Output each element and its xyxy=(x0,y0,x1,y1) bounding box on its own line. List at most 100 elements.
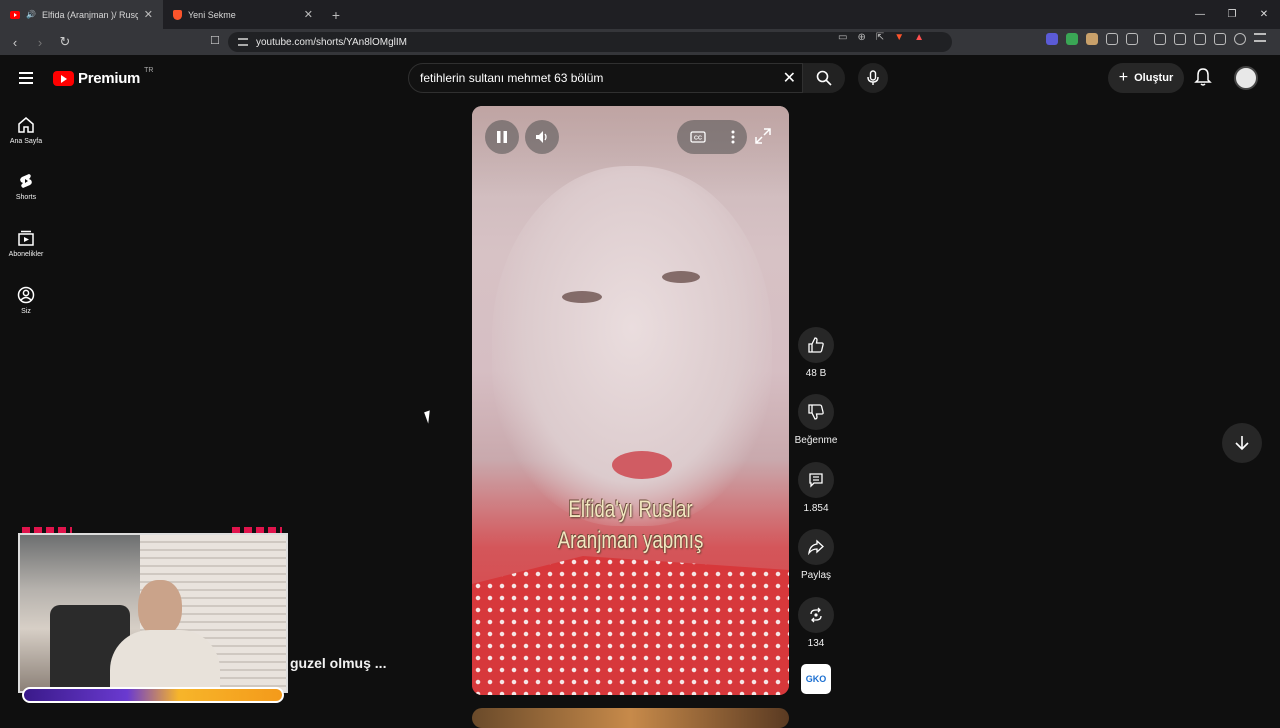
url-text: youtube.com/shorts/YAn8lOMglIM xyxy=(256,36,407,48)
like-button[interactable]: 48 B xyxy=(794,327,838,379)
zoom-icon[interactable]: ⊕ xyxy=(857,32,865,43)
create-label: Oluştur xyxy=(1134,72,1174,84)
new-tab-button[interactable]: + xyxy=(323,7,349,23)
back-icon[interactable]: ‹ xyxy=(5,35,25,50)
brave-favicon-icon xyxy=(173,9,182,20)
extension-icon[interactable] xyxy=(1046,33,1058,45)
music-icon[interactable] xyxy=(1154,33,1166,45)
address-bar: ‹ › ↻ ☐ youtube.com/shorts/YAn8lOMglIM ▭… xyxy=(0,29,1280,55)
logo-text: Premium xyxy=(78,70,141,87)
share-label: Paylaş xyxy=(800,570,831,581)
arrow-down-icon xyxy=(1235,436,1249,451)
sidebar-item-shorts[interactable]: Shorts xyxy=(0,172,52,201)
extension-icon[interactable] xyxy=(1126,33,1138,45)
maximize-button[interactable]: ❐ xyxy=(1216,0,1248,29)
expand-icon[interactable] xyxy=(755,128,771,144)
shorts-video-player[interactable]: Elfida'yı Ruslar Aranjman yapmış CC xyxy=(472,106,789,695)
sidebar-item-subscriptions[interactable]: Abonelikler xyxy=(0,229,52,258)
create-button[interactable]: + Oluştur xyxy=(1108,63,1184,93)
close-tab-icon[interactable]: ✕ xyxy=(144,8,153,21)
sidebar-item-label: Shorts xyxy=(15,194,37,201)
sidebar-item-label: Abonelikler xyxy=(8,251,44,258)
site-info-icon[interactable] xyxy=(238,38,248,46)
pause-icon xyxy=(497,131,507,143)
closed-captions-icon[interactable]: CC xyxy=(689,131,706,143)
puzzle-icon[interactable] xyxy=(1106,33,1118,45)
brave-rewards-icon[interactable]: ▲ xyxy=(914,32,924,43)
youtube-favicon-icon xyxy=(10,10,20,19)
url-actions: ▭ ⊕ ⇱ ▼ ▲ xyxy=(838,32,924,43)
channel-badge-text: GKO xyxy=(805,674,827,684)
reload-icon[interactable]: ↻ xyxy=(55,34,75,50)
video-caption: Elfida'yı Ruslar Aranjman yapmış xyxy=(507,494,754,556)
video-frame xyxy=(612,451,672,479)
remix-count: 134 xyxy=(807,638,825,649)
menu-icon[interactable] xyxy=(1254,33,1266,42)
extension-icon[interactable] xyxy=(1066,33,1078,45)
tab-elfida[interactable]: 🔊 Elfida (Aranjman )/ Rusça co ✕ xyxy=(0,0,163,29)
forward-icon[interactable]: › xyxy=(30,35,50,50)
next-video-preview[interactable] xyxy=(472,708,789,728)
microphone-icon xyxy=(867,70,879,85)
minimize-button[interactable]: — xyxy=(1184,0,1216,29)
video-frame xyxy=(562,291,602,303)
youtube-header: Premium TR fetihlerin sultanı mehmet 63 … xyxy=(0,55,1280,101)
extension-icon[interactable] xyxy=(1086,33,1098,45)
vpn-icon[interactable] xyxy=(1234,33,1246,45)
video-options: CC xyxy=(677,120,747,154)
bell-icon xyxy=(1194,68,1212,86)
share-icon[interactable]: ⇱ xyxy=(876,32,884,43)
plus-icon: + xyxy=(1118,69,1129,86)
sidebar-icon[interactable] xyxy=(1174,33,1186,45)
voice-search-button[interactable] xyxy=(858,63,888,93)
webcam-overlay xyxy=(14,527,290,705)
remix-button[interactable]: 134 xyxy=(794,597,838,649)
tab-new[interactable]: Yeni Sekme ✕ xyxy=(163,0,323,29)
sidebar-item-label: Siz xyxy=(21,308,31,315)
volume-button[interactable] xyxy=(525,120,559,154)
caption-line: Aranjman yapmış xyxy=(557,527,704,554)
sidebar-item-home[interactable]: Ana Sayfa xyxy=(0,116,52,145)
video-frame xyxy=(472,556,789,695)
tab-title: Elfida (Aranjman )/ Rusça co xyxy=(41,9,138,20)
dislike-label: Beğenme xyxy=(794,435,838,446)
leo-icon[interactable] xyxy=(1214,33,1226,45)
share-button[interactable]: Paylaş xyxy=(794,529,838,581)
comment-count: 1.854 xyxy=(803,503,829,514)
comment-icon xyxy=(809,473,823,488)
sidebar-item-label: Ana Sayfa xyxy=(9,138,43,145)
webcam-name-bar xyxy=(22,687,284,703)
shorts-icon xyxy=(20,174,32,188)
menu-icon[interactable] xyxy=(19,72,33,84)
cast-icon[interactable]: ▭ xyxy=(838,32,847,43)
caption-line: Elfida'yı Ruslar xyxy=(568,496,693,523)
you-icon xyxy=(17,286,35,304)
video-frame xyxy=(662,271,700,283)
audio-icon[interactable]: 🔊 xyxy=(26,10,36,19)
tab-title: Yeni Sekme xyxy=(188,9,236,20)
avatar[interactable] xyxy=(1234,66,1258,90)
thumbs-down-icon xyxy=(808,404,824,420)
overlay-comment-text: guzel olmuş ... xyxy=(290,655,387,671)
youtube-premium-logo[interactable]: Premium TR xyxy=(53,67,153,87)
webcam-person xyxy=(110,580,220,691)
close-tab-icon[interactable]: ✕ xyxy=(304,8,313,21)
pause-button[interactable] xyxy=(485,120,519,154)
sidebar-item-you[interactable]: Siz xyxy=(0,286,52,315)
more-options-icon[interactable] xyxy=(731,130,735,144)
close-window-button[interactable]: ✕ xyxy=(1248,0,1280,29)
brave-shield-icon[interactable]: ▼ xyxy=(894,32,904,43)
wallet-icon[interactable] xyxy=(1194,33,1206,45)
clear-search-icon[interactable]: ✕ xyxy=(783,68,796,88)
notifications-button[interactable] xyxy=(1194,67,1212,92)
comments-button[interactable]: 1.854 xyxy=(794,462,838,514)
extensions-bar xyxy=(1046,33,1266,45)
search-button[interactable] xyxy=(803,63,845,93)
next-short-button[interactable] xyxy=(1222,423,1262,463)
bookmark-icon[interactable]: ☐ xyxy=(210,34,220,47)
search-query: fetihlerin sultanı mehmet 63 bölüm xyxy=(420,71,604,85)
subscriptions-icon xyxy=(18,230,34,246)
channel-avatar[interactable]: GKO xyxy=(801,664,831,694)
dislike-button[interactable]: Beğenme xyxy=(794,394,838,446)
search-input[interactable]: fetihlerin sultanı mehmet 63 bölüm ✕ xyxy=(408,63,803,93)
